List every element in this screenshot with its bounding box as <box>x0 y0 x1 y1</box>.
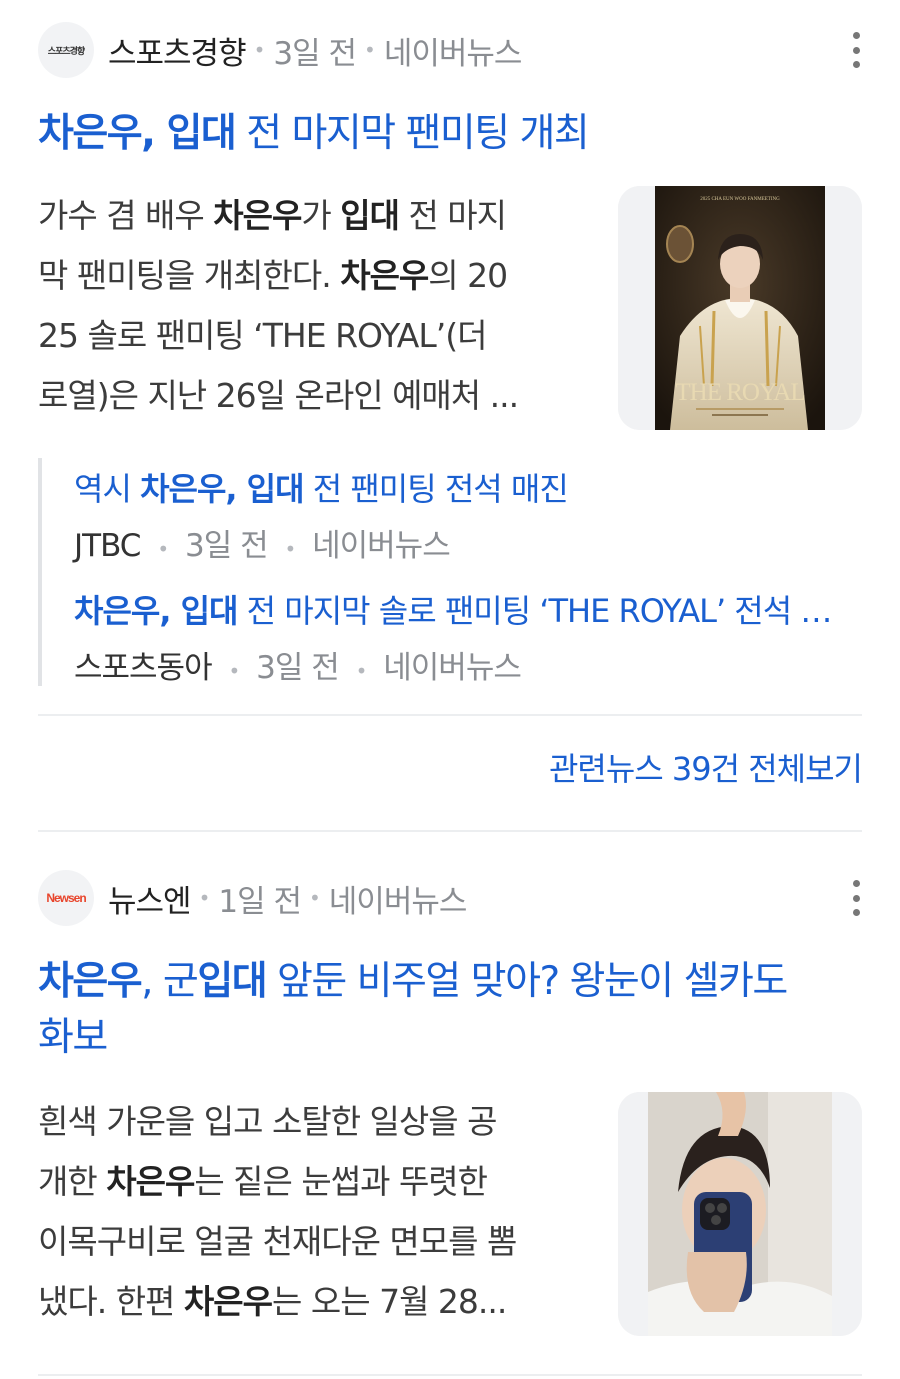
article-thumbnail[interactable]: 2025 CHA EUN WOO FANMEETING THE ROYAL <box>618 186 862 430</box>
headline-text: , 군 <box>141 959 199 1004</box>
snippet-keyword: 차은우 <box>213 196 302 235</box>
snippet-text: 냈다. 한편 <box>38 1282 184 1321</box>
snippet-text: 의 20 <box>428 256 508 295</box>
related-platform-link[interactable]: 네이버뉴스 <box>383 650 522 686</box>
source-name[interactable]: 뉴스엔 <box>108 876 192 921</box>
snippet-text: 개한 <box>38 1162 107 1201</box>
related-source-name[interactable]: JTBC <box>74 528 141 564</box>
source-logo-text: Newsen <box>46 891 86 905</box>
snippet-text: 는 오는 7월 28... <box>272 1282 507 1321</box>
related-platform-link[interactable]: 네이버뉴스 <box>312 528 451 564</box>
divider <box>38 714 862 716</box>
related-news-all-link[interactable]: 관련뉴스 39건 전체보기 <box>549 744 863 790</box>
related-time: 3일 전 <box>256 650 340 686</box>
headline-text: 화보 <box>38 1015 108 1060</box>
snippet-keyword: 차은우 <box>183 1282 273 1321</box>
selfie-image <box>618 1092 862 1336</box>
article-headline[interactable]: 차은우, 군입대 앞둔 비주얼 맞아? 왕눈이 셀카도 화보 <box>38 954 862 1066</box>
separator-dot: • <box>228 659 240 683</box>
source-logo[interactable]: Newsen <box>38 870 94 926</box>
news-card-1: 스포츠경향 스포츠경향 • 3일 전 • 네이버뉴스 차은우, 입대 전 마지막… <box>38 22 862 692</box>
separator-dot: • <box>157 537 169 561</box>
source-row: 스포츠경향 스포츠경향 • 3일 전 • 네이버뉴스 <box>38 22 862 78</box>
poster-header-text: 2025 CHA EUN WOO FANMEETING <box>700 197 780 202</box>
article-snippet[interactable]: 흰색 가운을 입고 소탈한 일상을 공 개한 차은우는 짙은 눈썹과 뚜렷한 이… <box>38 1092 583 1332</box>
related-title-text: 역시 <box>74 470 141 508</box>
news-card-2: Newsen 뉴스엔 • 1일 전 • 네이버뉴스 차은우, 군입대 앞둔 비주… <box>38 870 862 1350</box>
snippet-text: 가수 겸 배우 <box>38 196 214 235</box>
snippet-text: 로열)은 지난 26일 온라인 예매처 ... <box>38 376 519 415</box>
headline-keyword: 차은우, 입대 <box>38 111 237 156</box>
snippet-keyword: 차은우 <box>340 256 429 295</box>
source-logo-text: 스포츠경향 <box>47 46 85 57</box>
platform-link[interactable]: 네이버뉴스 <box>329 876 468 921</box>
snippet-text: 가 <box>301 196 341 235</box>
article-snippet[interactable]: 가수 겸 배우 차은우가 입대 전 마지 막 팬미팅을 개최한다. 차은우의 2… <box>38 186 583 426</box>
related-title-text: 전 팬미팅 전석 매진 <box>303 470 569 508</box>
snippet-text: 전 마지 <box>398 196 507 235</box>
article-thumbnail[interactable] <box>618 1092 862 1336</box>
snippet-text: 25 솔로 팬미팅 ‘THE ROYAL’(더 <box>38 316 487 355</box>
divider <box>38 830 862 832</box>
platform-link[interactable]: 네이버뉴스 <box>384 28 523 73</box>
published-time: 1일 전 <box>218 883 302 920</box>
source-name[interactable]: 스포츠경향 <box>108 28 247 73</box>
snippet-text: 이목구비로 얼굴 천재다운 면모를 뽐 <box>38 1222 517 1261</box>
snippet-text: 는 짙은 눈썹과 뚜렷한 <box>194 1162 488 1201</box>
snippet-text: 흰색 가운을 입고 소탈한 일상을 공 <box>38 1102 497 1141</box>
source-logo[interactable]: 스포츠경향 <box>38 22 94 78</box>
article-headline[interactable]: 차은우, 입대 전 마지막 팬미팅 개최 <box>38 106 590 162</box>
separator-dot: • <box>364 38 376 62</box>
source-row: Newsen 뉴스엔 • 1일 전 • 네이버뉴스 <box>38 870 862 926</box>
related-time: 3일 전 <box>184 528 269 564</box>
related-title-keyword: 차은우, 입대 <box>74 592 238 630</box>
related-source-name[interactable]: 스포츠동아 <box>74 650 213 686</box>
separator-dot: • <box>198 886 211 910</box>
headline-text: 앞둔 비주얼 맞아? 왕눈이 셀카도 <box>266 959 788 1004</box>
poster-image: 2025 CHA EUN WOO FANMEETING THE ROYAL <box>618 186 862 430</box>
related-news-meta: JTBC • 3일 전 • 네이버뉴스 <box>74 520 451 565</box>
headline-text: 전 마지막 팬미팅 개최 <box>235 111 590 156</box>
related-news-list: 역시 차은우, 입대 전 팬미팅 전석 매진 JTBC • 3일 전 • 네이버… <box>38 458 866 686</box>
separator-dot: • <box>308 886 321 910</box>
snippet-keyword: 입대 <box>340 196 400 235</box>
separator-dot: • <box>253 38 266 62</box>
headline-keyword: 차은우 <box>38 959 143 1004</box>
snippet-text: 막 팬미팅을 개최한다. <box>38 256 341 295</box>
separator-dot: • <box>355 659 368 683</box>
related-news-title[interactable]: 역시 차은우, 입대 전 팬미팅 전석 매진 <box>74 464 846 510</box>
more-options-icon[interactable] <box>850 32 862 68</box>
poster-title-text: THE ROYAL <box>675 379 804 406</box>
related-news-title[interactable]: 차은우, 입대 전 마지막 솔로 팬미팅 ‘THE ROYAL’ 전석 매진 <box>74 586 846 632</box>
divider <box>38 1374 862 1376</box>
more-options-icon[interactable] <box>850 880 862 916</box>
headline-keyword: 입대 <box>197 959 267 1004</box>
related-news-meta: 스포츠동아 • 3일 전 • 네이버뉴스 <box>74 642 522 687</box>
snippet-keyword: 차은우 <box>106 1162 195 1201</box>
related-title-text: 전 마지막 솔로 팬미팅 ‘THE ROYAL’ 전석 매진 <box>237 592 846 630</box>
published-time: 3일 전 <box>273 35 357 72</box>
separator-dot: • <box>284 537 296 561</box>
related-title-keyword: 차은우, 입대 <box>140 470 304 508</box>
